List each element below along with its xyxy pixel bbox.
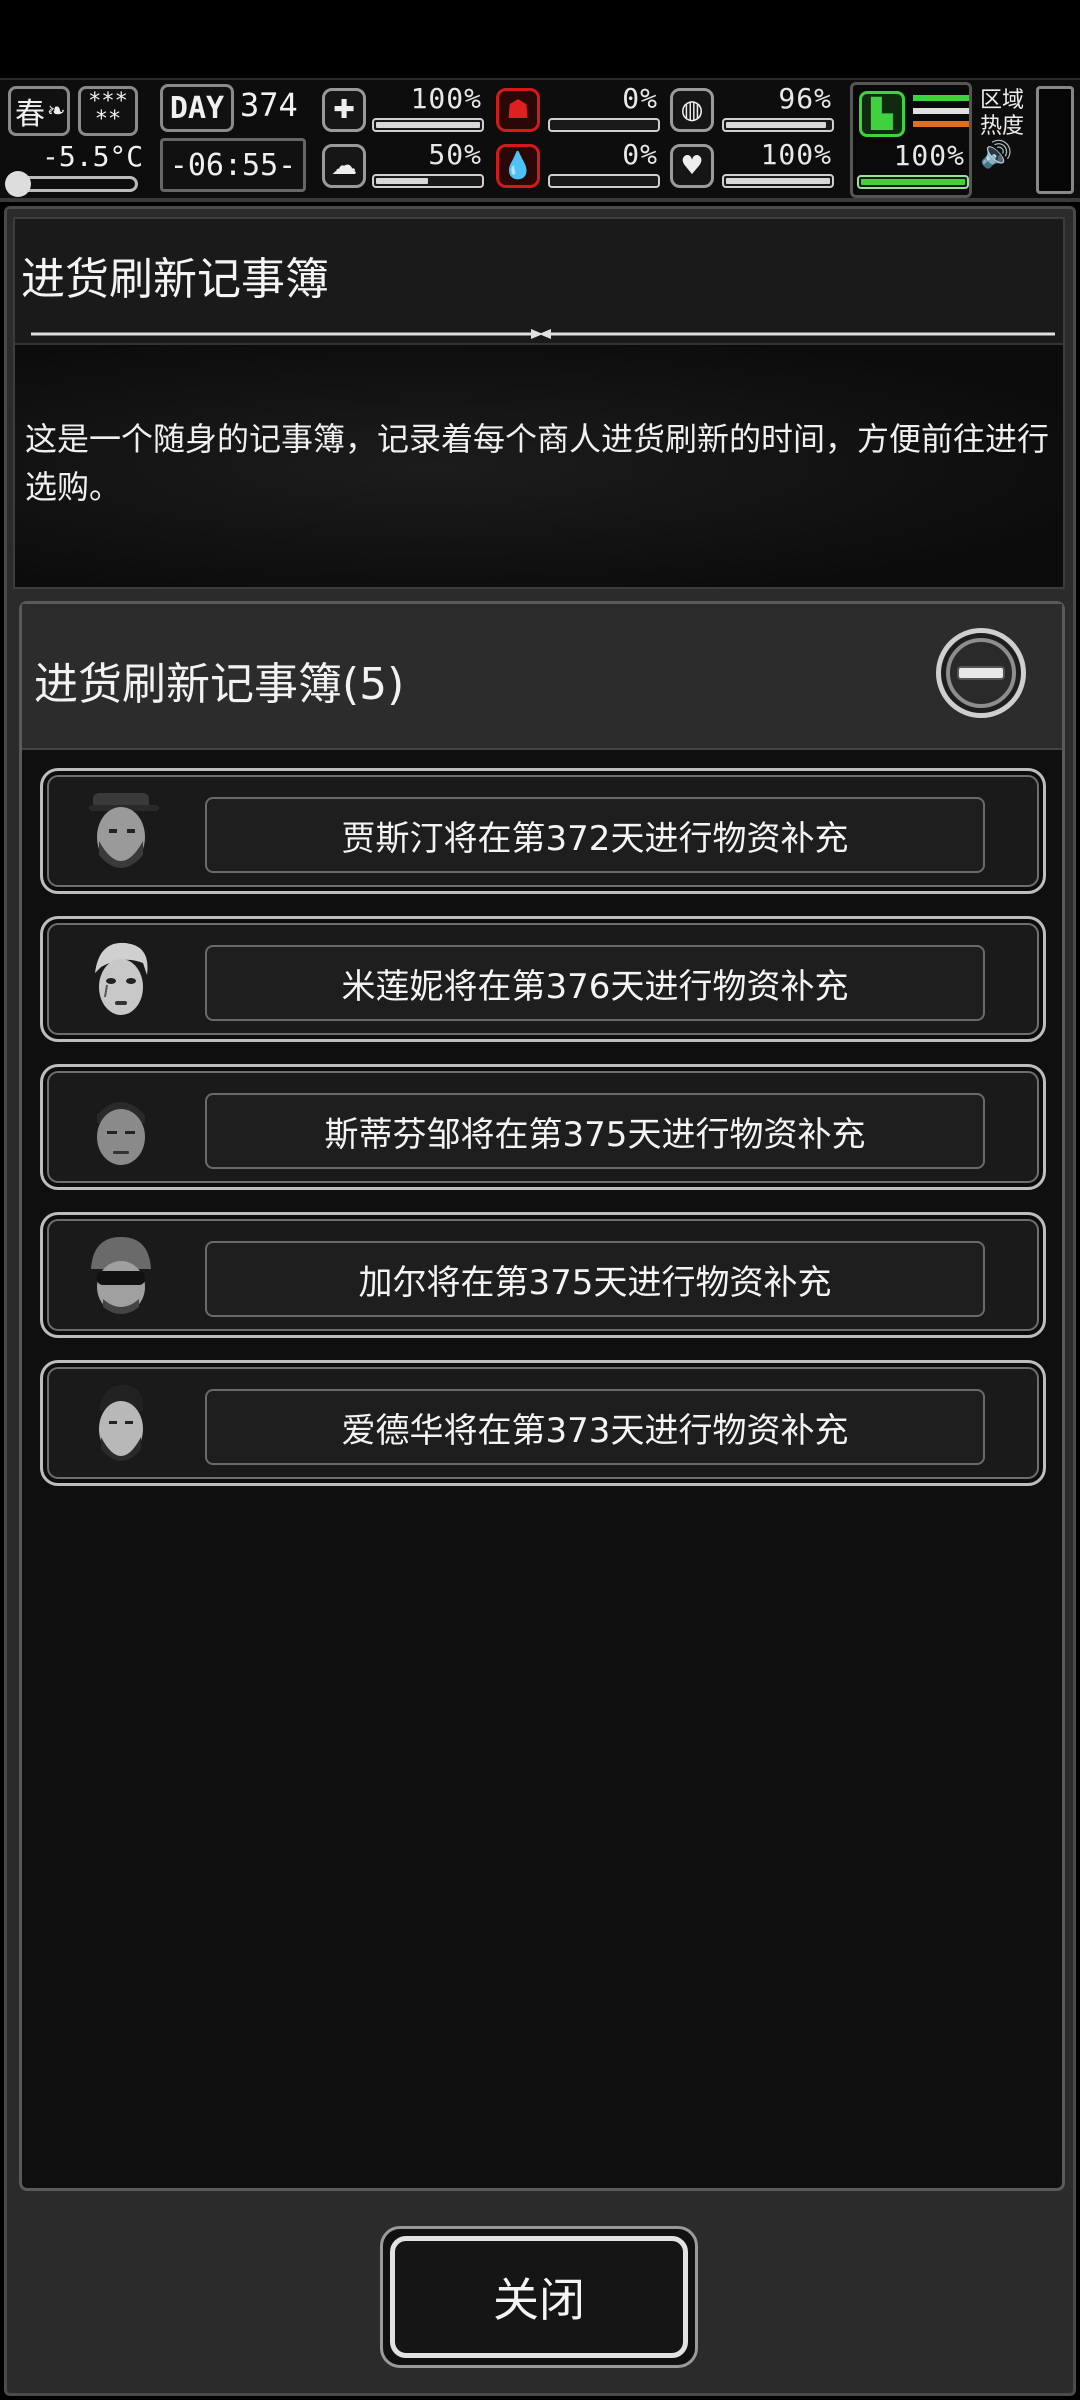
description-text: 这是一个随身的记事簿，记录着每个商人进货刷新的时间，方便前往进行选购。 [25,420,1050,506]
water-bottle-icon: ◍ [670,88,714,132]
merchant-restock-button[interactable]: 爱德华将在第373天进行物资补充 [205,1389,985,1465]
zone-heat-label: 区域 [980,88,1025,113]
merchant-list-title: 进货刷新记事簿(5) [34,659,405,710]
day-number: 374 [240,86,298,124]
merchant-row[interactable]: 斯蒂芬邹将在第375天进行物资补充 [40,1064,1046,1190]
brain-icon: ☁ [322,144,366,188]
merchant-avatar [95,942,148,1015]
heart-icon: ♥ [670,144,714,188]
stomach-icon: ☗ [496,88,540,132]
temperature-label: -5.5°C [42,140,144,173]
stamina-stripes [913,95,969,127]
mental-value: 50% [428,138,482,171]
blood-drop-icon: 💧 [496,144,540,188]
mood-value: 100% [760,138,832,171]
merchant-row[interactable]: 米莲妮将在第376天进行物资补充 [40,916,1046,1042]
merchant-avatar [91,1237,151,1314]
zone-heat-indicator[interactable]: 区域 热度 🔊 [980,88,1030,198]
minus-icon [946,638,1016,708]
merchant-row[interactable]: 贾斯汀将在第372天进行物资补充 [40,768,1046,894]
mood-bar [722,174,834,188]
merchant-avatar [89,793,159,868]
notebook-dialog: 进货刷新记事簿 这是一个随身的记事簿，记录着每个商人进货刷新的时间，方便前往进行… [4,206,1076,2396]
merchant-avatar [97,1102,145,1165]
dialog-title: 进货刷新记事簿 [21,254,329,305]
stamina-value: 100% [893,139,965,172]
clock-display: -06:55- [160,138,306,192]
hunger-bar [548,118,660,132]
thermometer-icon [5,171,138,197]
boot-icon: ▙ [859,91,905,137]
health-bar [372,118,484,132]
thirst-bar [722,118,834,132]
merchant-list-panel: 进货刷新记事簿(5) 贾斯汀将在第372天进行物资补充 米莲妮将在第376天进行… [19,601,1065,2191]
close-button[interactable]: 关闭 [380,2226,698,2368]
merchant-row[interactable]: 爱德华将在第373天进行物资补充 [40,1360,1046,1486]
thirst-value: 96% [778,82,832,115]
merchant-restock-button[interactable]: 米莲妮将在第376天进行物资补充 [205,945,985,1021]
snow-icon: *** ** [78,86,138,136]
mental-bar [372,174,484,188]
description-box: 这是一个随身的记事簿，记录着每个商人进货刷新的时间，方便前往进行选购。 [15,343,1063,587]
health-value: 100% [410,82,482,115]
speaker-icon: 🔊 [980,140,1013,170]
stamina-bar [857,175,969,189]
medkit-icon: ✚ [322,88,366,132]
close-button-label: 关闭 [390,2236,688,2358]
zone-heat-meter [1036,86,1074,194]
feather-icon: ❧ [47,98,66,124]
season-badge: 春 ❧ [8,86,70,136]
stamina-panel: ▙ 100% [850,82,972,198]
bleeding-value: 0% [622,138,658,171]
merchant-list-header: 进货刷新记事簿(5) [22,604,1062,750]
hunger-value: 0% [622,82,658,115]
day-badge: DAY [160,84,234,132]
merchant-restock-button[interactable]: 贾斯汀将在第372天进行物资补充 [205,797,985,873]
season-label: 春 [15,97,45,132]
title-divider [31,329,1055,339]
merchant-row[interactable]: 加尔将在第375天进行物资补充 [40,1212,1046,1338]
dialog-header: 进货刷新记事簿 这是一个随身的记事簿，记录着每个商人进货刷新的时间，方便前往进行… [13,217,1065,589]
status-hud: 春 ❧ *** ** -5.5°C DAY 374 -06:55- ✚ 100% … [0,78,1080,202]
zone-heat-label-2: 热度 [980,114,1025,139]
merchant-restock-button[interactable]: 加尔将在第375天进行物资补充 [205,1241,985,1317]
merchant-avatar [99,1384,144,1461]
bleeding-bar [548,174,660,188]
collapse-button[interactable] [936,628,1026,718]
merchant-restock-button[interactable]: 斯蒂芬邹将在第375天进行物资补充 [205,1093,985,1169]
